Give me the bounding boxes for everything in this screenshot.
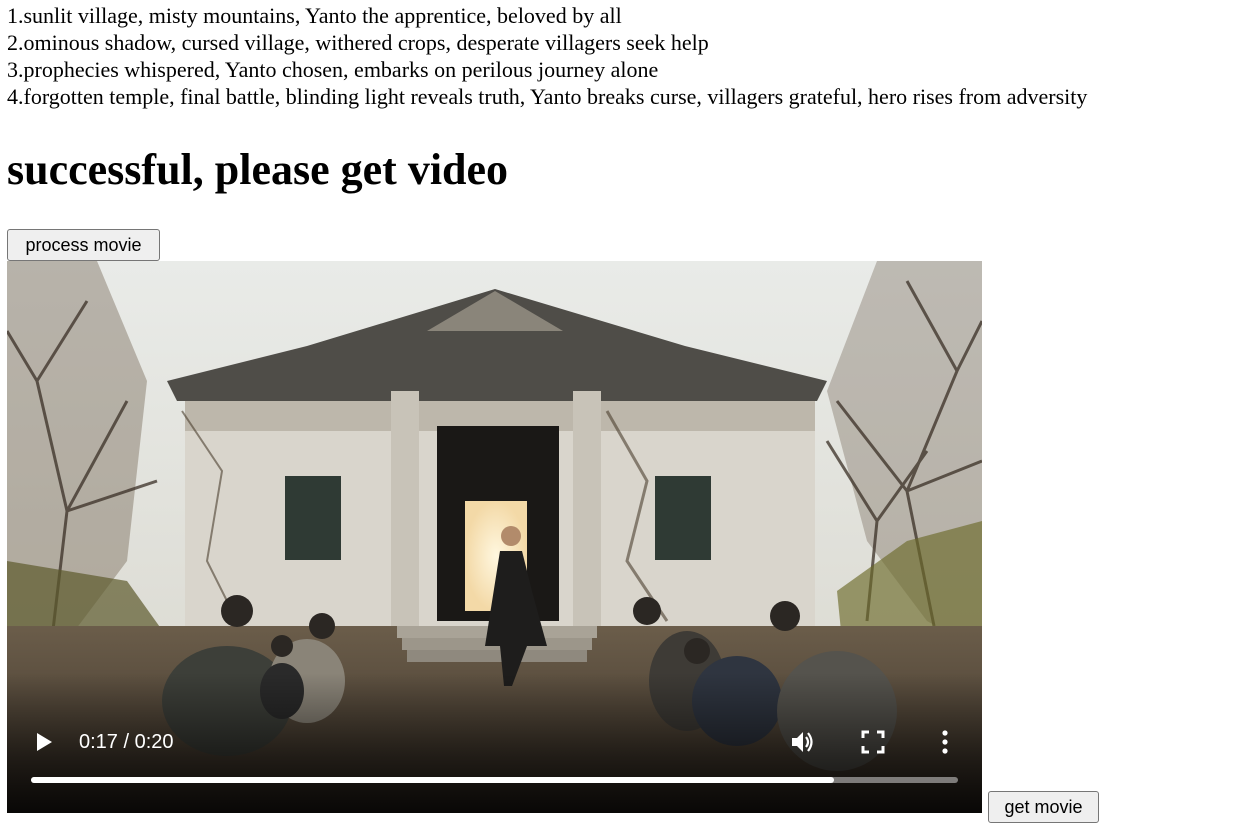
time-display: 0:17 / 0:20 <box>79 731 174 753</box>
process-movie-button[interactable]: process movie <box>7 229 160 261</box>
scene-line-1: 1.sunlit village, misty mountains, Yanto… <box>7 3 622 28</box>
scene-list: 1.sunlit village, misty mountains, Yanto… <box>7 2 1087 110</box>
scene-line-3: 3.prophecies whispered, Yanto chosen, em… <box>7 57 659 82</box>
play-icon[interactable] <box>31 729 57 755</box>
more-options-icon[interactable] <box>935 727 955 757</box>
scene-line-4: 4.forgotten temple, final battle, blindi… <box>7 84 1088 109</box>
fullscreen-icon[interactable] <box>860 729 886 755</box>
volume-icon[interactable] <box>788 727 818 757</box>
scene-line-2: 2.ominous shadow, cursed village, wither… <box>7 30 709 55</box>
status-heading: successful, please get video <box>7 145 509 194</box>
video-player[interactable]: 0:17 / 0:20 <box>7 261 982 813</box>
get-movie-button[interactable]: get movie <box>988 791 1099 823</box>
video-progress-fill <box>31 777 834 783</box>
video-progress-bar[interactable] <box>31 777 958 783</box>
